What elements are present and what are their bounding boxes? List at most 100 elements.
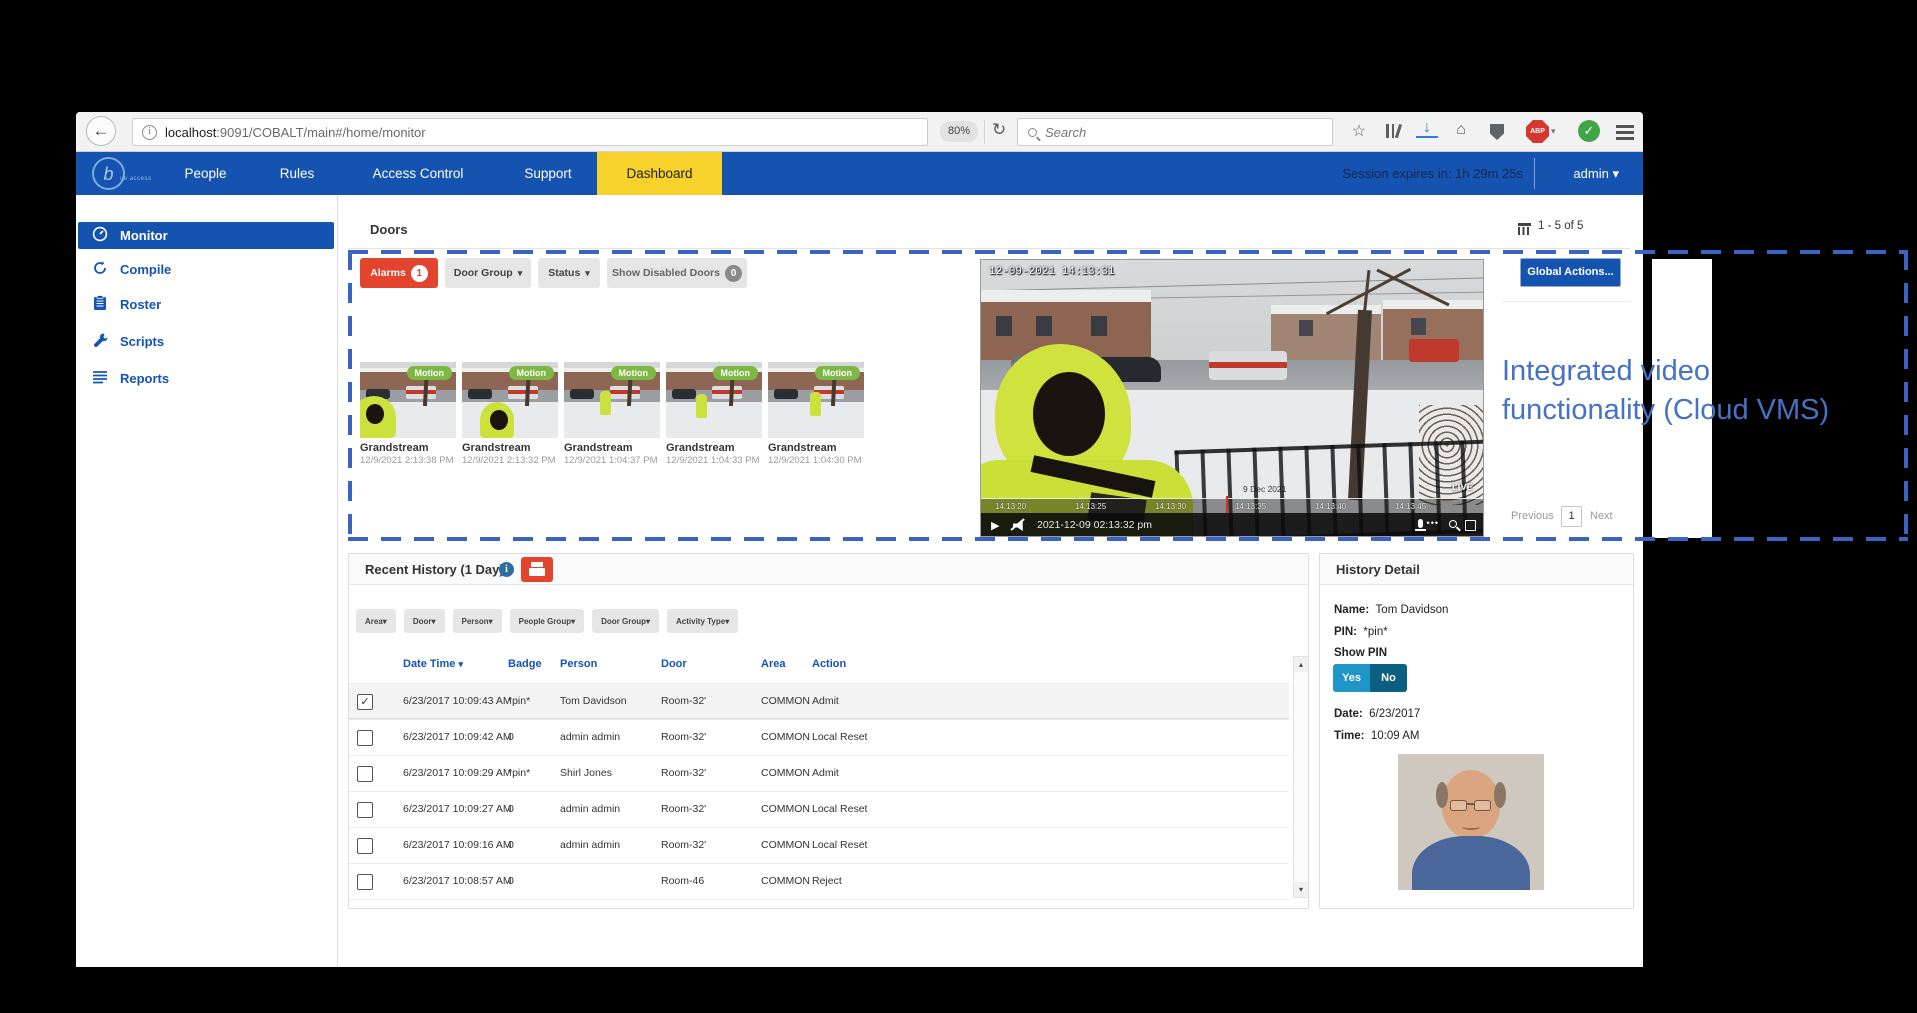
video-player[interactable]: 12-09-2021 14:13:31 LIVE 9 Dec 2021 14:1… xyxy=(980,259,1484,537)
pagination-next[interactable]: Next xyxy=(1590,510,1613,522)
show-pin-yes-button[interactable]: Yes xyxy=(1333,664,1370,692)
cell-person: Tom Davidson xyxy=(560,695,627,707)
nav-item-support[interactable]: Support xyxy=(508,152,588,195)
row-checkbox[interactable] xyxy=(357,802,373,818)
table-row[interactable]: 6/23/2017 10:09:29 AM *pin* Shirl Jones … xyxy=(349,755,1289,791)
browser-search[interactable] xyxy=(1017,118,1333,146)
filter-door[interactable]: Door▾ xyxy=(404,609,445,633)
print-button[interactable] xyxy=(521,557,553,582)
user-menu[interactable]: admin ▾ xyxy=(1573,152,1619,195)
show-disabled-doors-button[interactable]: Show Disabled Doors 0 xyxy=(607,258,747,288)
status-check-icon[interactable]: ✓ xyxy=(1578,120,1600,142)
table-row[interactable]: ✓ 6/23/2017 10:09:43 AM *pin* Tom Davids… xyxy=(349,683,1289,719)
nav-item-people[interactable]: People xyxy=(172,152,239,195)
mic-icon[interactable] xyxy=(1418,519,1423,528)
zoom-level-badge[interactable]: 80% xyxy=(940,121,978,142)
cell-person: admin admin xyxy=(560,839,620,851)
table-scrollbar[interactable]: ▴ ▾ xyxy=(1293,656,1309,898)
home-icon[interactable]: ⌂ xyxy=(1450,121,1472,139)
library-icon[interactable] xyxy=(1382,124,1404,143)
camera-preview-image[interactable]: Motion xyxy=(462,362,558,438)
calendar-icon[interactable] xyxy=(1518,223,1531,235)
table-row[interactable]: 6/23/2017 10:09:16 AM 0 admin admin Room… xyxy=(349,827,1289,863)
alarms-button[interactable]: Alarms 1 xyxy=(360,258,438,288)
video-timeline[interactable]: 14:13:20 14:13:25 14:13:30 14:13:35 14:1… xyxy=(981,498,1484,513)
nav-item-dashboard[interactable]: Dashboard xyxy=(597,152,722,195)
recent-history-header: Recent History (1 Day) i xyxy=(349,554,1308,585)
bookmark-star-icon[interactable]: ☆ xyxy=(1348,121,1370,141)
site-info-icon[interactable]: i xyxy=(142,125,157,140)
table-row[interactable]: 6/23/2017 10:08:57 AM 0 Room-46 COMMON R… xyxy=(349,863,1289,899)
sidebar-item-scripts[interactable]: Scripts xyxy=(78,328,334,355)
row-checkbox[interactable] xyxy=(357,766,373,782)
abp-icon[interactable]: ABP xyxy=(1526,120,1549,143)
sidebar-item-roster[interactable]: Roster xyxy=(78,291,334,318)
sidebar-item-compile[interactable]: Compile xyxy=(78,256,334,283)
column-header-badge[interactable]: Badge xyxy=(508,658,542,670)
playhead-marker[interactable] xyxy=(1226,496,1228,513)
camera-thumbnail[interactable]: Motion Grandstream 12/9/2021 1:04:37 PM xyxy=(564,362,660,466)
show-pin-no-button[interactable]: No xyxy=(1370,664,1407,692)
search-input[interactable] xyxy=(1045,125,1295,140)
row-checkbox[interactable]: ✓ xyxy=(357,694,373,710)
status-filter[interactable]: Status▾ xyxy=(538,258,600,288)
column-header-door[interactable]: Door xyxy=(661,658,687,670)
sidebar-item-label: Scripts xyxy=(120,334,164,349)
camera-preview-image[interactable]: Motion xyxy=(360,362,456,438)
download-icon[interactable]: ↓ xyxy=(1416,121,1438,138)
sidebar-item-label: Monitor xyxy=(120,228,168,243)
sidebar-item-monitor[interactable]: Monitor xyxy=(78,222,334,249)
filter-activity-type[interactable]: Activity Type▾ xyxy=(667,609,738,633)
annotation-box-top xyxy=(348,250,1908,254)
cell-date: 6/23/2017 10:09:42 AM xyxy=(403,731,512,743)
camera-preview-image[interactable]: Motion xyxy=(666,362,762,438)
shield-icon[interactable] xyxy=(1486,123,1508,140)
scroll-up-icon[interactable]: ▴ xyxy=(1294,657,1308,672)
fullscreen-icon[interactable] xyxy=(1465,520,1476,531)
filter-door-group[interactable]: Door Group▾ xyxy=(592,609,659,633)
table-row[interactable]: 6/23/2017 10:09:42 AM 0 admin admin Room… xyxy=(349,719,1289,755)
column-header-action[interactable]: Action xyxy=(812,658,846,670)
back-button[interactable]: ← xyxy=(86,116,116,146)
scroll-down-icon[interactable]: ▾ xyxy=(1294,882,1308,897)
row-checkbox[interactable] xyxy=(357,874,373,890)
table-row[interactable]: 6/23/2017 10:09:27 AM 0 admin admin Room… xyxy=(349,791,1289,827)
info-icon[interactable]: i xyxy=(499,562,514,577)
zoom-icon[interactable] xyxy=(1449,520,1457,528)
filter-people-group[interactable]: People Group▾ xyxy=(510,609,584,633)
caret-down-icon: ▾ xyxy=(518,268,523,279)
row-checkbox[interactable] xyxy=(357,730,373,746)
camera-preview-image[interactable]: Motion xyxy=(564,362,660,438)
pagination-previous[interactable]: Previous xyxy=(1511,510,1554,522)
reload-icon[interactable]: ↻ xyxy=(992,120,1006,140)
nav-item-rules[interactable]: Rules xyxy=(266,152,328,195)
global-actions-button[interactable]: Global Actions... xyxy=(1520,258,1621,287)
abp-caret-icon[interactable]: ▾ xyxy=(1551,126,1556,137)
table-row[interactable]: 6/23/2017 10:08:50 AM 0 admin admin Room… xyxy=(349,899,1289,909)
pagination-page-1[interactable]: 1 xyxy=(1561,506,1582,527)
sidebar-item-reports[interactable]: Reports xyxy=(78,365,334,392)
camera-thumbnail[interactable]: Motion Grandstream 12/9/2021 1:04:33 PM xyxy=(666,362,762,466)
play-icon[interactable]: ▶ xyxy=(991,519,999,532)
camera-preview-image[interactable]: Motion xyxy=(768,362,864,438)
annotation-box-bottom xyxy=(348,537,1908,541)
cell-area: COMMON xyxy=(761,875,810,887)
column-header-person[interactable]: Person xyxy=(560,658,597,670)
motion-badge: Motion xyxy=(713,366,759,380)
timeline-tick: 14:13:25 xyxy=(1075,502,1106,511)
column-header-area[interactable]: Area xyxy=(761,658,785,670)
camera-thumbnail[interactable]: Motion Grandstream 12/9/2021 2:13:38 PM xyxy=(360,362,456,466)
filter-person[interactable]: Person▾ xyxy=(453,609,502,633)
filter-area[interactable]: Area▾ xyxy=(356,609,396,633)
url-bar[interactable]: i localhost:9091/COBALT/main#/home/monit… xyxy=(132,118,928,146)
nav-item-access-control[interactable]: Access Control xyxy=(358,152,478,195)
menu-icon[interactable] xyxy=(1616,125,1634,128)
camera-thumbnail[interactable]: Motion Grandstream 12/9/2021 1:04:30 PM xyxy=(768,362,864,466)
door-group-filter[interactable]: Door Group▾ xyxy=(445,258,531,288)
camera-thumbnail[interactable]: Motion Grandstream 12/9/2021 2:13:32 PM xyxy=(462,362,558,466)
more-options-icon[interactable]: ••• xyxy=(1427,518,1439,528)
caret-down-icon: ▾ xyxy=(489,617,493,626)
row-checkbox[interactable] xyxy=(357,838,373,854)
alarms-label: Alarms xyxy=(370,267,406,279)
column-header-date-time[interactable]: Date Time ▾ xyxy=(403,658,463,670)
